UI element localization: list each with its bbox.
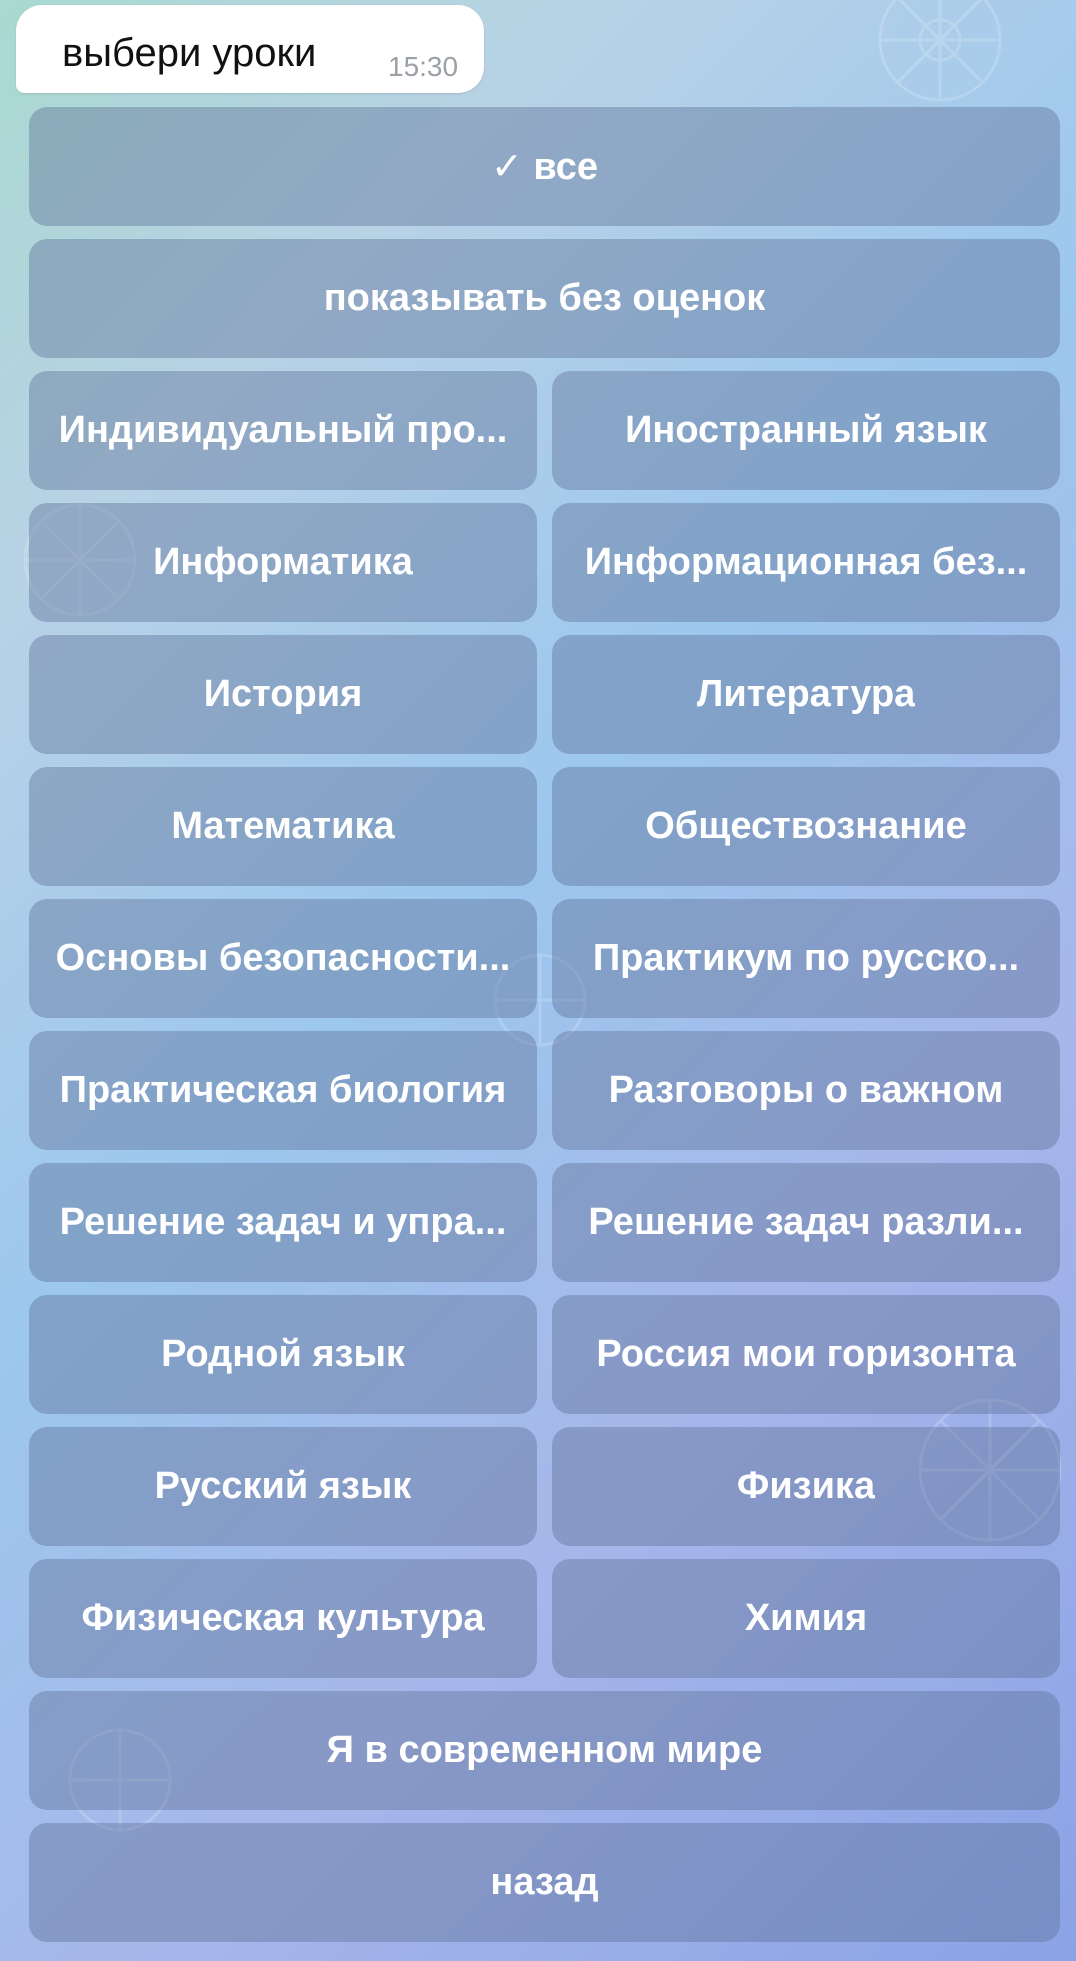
subject-button[interactable]: Обществознание — [552, 767, 1060, 886]
subject-button[interactable]: Основы безопасности... — [29, 899, 537, 1018]
subject-button-label: Индивидуальный про... — [58, 409, 508, 451]
subject-button[interactable]: Практическая биология — [29, 1031, 537, 1150]
subject-button-label: Родной язык — [161, 1333, 405, 1375]
keyboard-row: Я в современном мире — [29, 1691, 1060, 1810]
subject-button[interactable]: Решение задач и упра... — [29, 1163, 537, 1282]
subject-button-label: Основы безопасности... — [55, 937, 511, 979]
inline-keyboard: ✓ все показывать без оценок Индивидуальн… — [29, 107, 1060, 1946]
back-button[interactable]: назад — [29, 1823, 1060, 1942]
message-text: выбери уроки — [62, 31, 317, 75]
subject-button[interactable]: Математика — [29, 767, 537, 886]
subject-button-label: Литература — [696, 673, 916, 715]
subject-button[interactable]: Информатика — [29, 503, 537, 622]
subject-button[interactable]: Россия мои горизонта — [552, 1295, 1060, 1414]
subject-button-label: Разговоры о важном — [608, 1069, 1004, 1111]
keyboard-row: назад — [29, 1823, 1060, 1942]
modern-world-button[interactable]: Я в современном мире — [29, 1691, 1060, 1810]
subject-button-label: Россия мои горизонта — [596, 1333, 1016, 1375]
message-bubble: выбери уроки 15:30 — [16, 5, 484, 93]
subject-button[interactable]: История — [29, 635, 537, 754]
show-without-grades-button-label: показывать без оценок — [323, 277, 766, 319]
subject-button-label: Русский язык — [154, 1465, 412, 1507]
select-all-button[interactable]: ✓ все — [29, 107, 1060, 226]
subject-button[interactable]: Практикум по русско... — [552, 899, 1060, 1018]
subject-button[interactable]: Информационная без... — [552, 503, 1060, 622]
subject-button[interactable]: Литература — [552, 635, 1060, 754]
subject-button[interactable]: Химия — [552, 1559, 1060, 1678]
subject-button-label: Решение задач и упра... — [59, 1201, 507, 1243]
select-all-button-label: ✓ все — [490, 146, 599, 188]
keyboard-row: показывать без оценок — [29, 239, 1060, 358]
keyboard-row: Русский язык Физика — [29, 1427, 1060, 1546]
show-without-grades-button[interactable]: показывать без оценок — [29, 239, 1060, 358]
back-button-label: назад — [490, 1861, 599, 1903]
keyboard-row: ✓ все — [29, 107, 1060, 226]
subject-button-label: Обществознание — [645, 805, 967, 847]
subject-button[interactable]: Русский язык — [29, 1427, 537, 1546]
subject-button[interactable]: Разговоры о важном — [552, 1031, 1060, 1150]
keyboard-row: Физическая культура Химия — [29, 1559, 1060, 1678]
keyboard-row: Математика Обществознание — [29, 767, 1060, 886]
subject-button-label: Информационная без... — [584, 541, 1028, 583]
message-timestamp: 15:30 — [388, 51, 459, 82]
subject-button-label: Химия — [744, 1597, 868, 1639]
keyboard-row: Родной язык Россия мои горизонта — [29, 1295, 1060, 1414]
keyboard-row: Основы безопасности... Практикум по русс… — [29, 899, 1060, 1018]
subject-button-label: Информатика — [153, 541, 413, 583]
subject-button[interactable]: Физика — [552, 1427, 1060, 1546]
keyboard-row: История Литература — [29, 635, 1060, 754]
modern-world-button-label: Я в современном мире — [326, 1729, 763, 1771]
subject-button[interactable]: Иностранный язык — [552, 371, 1060, 490]
keyboard-row: Решение задач и упра... Решение задач ра… — [29, 1163, 1060, 1282]
subject-button[interactable]: Индивидуальный про... — [29, 371, 537, 490]
subject-button-label: Физика — [736, 1465, 876, 1507]
subject-button-label: Физическая культура — [81, 1597, 485, 1639]
subject-button-label: Математика — [171, 805, 395, 847]
subject-button-label: Практикум по русско... — [592, 937, 1020, 979]
keyboard-row: Информатика Информационная без... — [29, 503, 1060, 622]
subject-button[interactable]: Родной язык — [29, 1295, 537, 1414]
subject-button-label: Практическая биология — [59, 1069, 507, 1111]
subject-button-label: История — [203, 673, 363, 715]
keyboard-row: Индивидуальный про... Иностранный язык — [29, 371, 1060, 490]
subject-button[interactable]: Решение задач разли... — [552, 1163, 1060, 1282]
subject-button[interactable]: Физическая культура — [29, 1559, 537, 1678]
subject-button-label: Решение задач разли... — [588, 1201, 1024, 1243]
keyboard-row: Практическая биология Разговоры о важном — [29, 1031, 1060, 1150]
subject-button-label: Иностранный язык — [625, 409, 987, 451]
